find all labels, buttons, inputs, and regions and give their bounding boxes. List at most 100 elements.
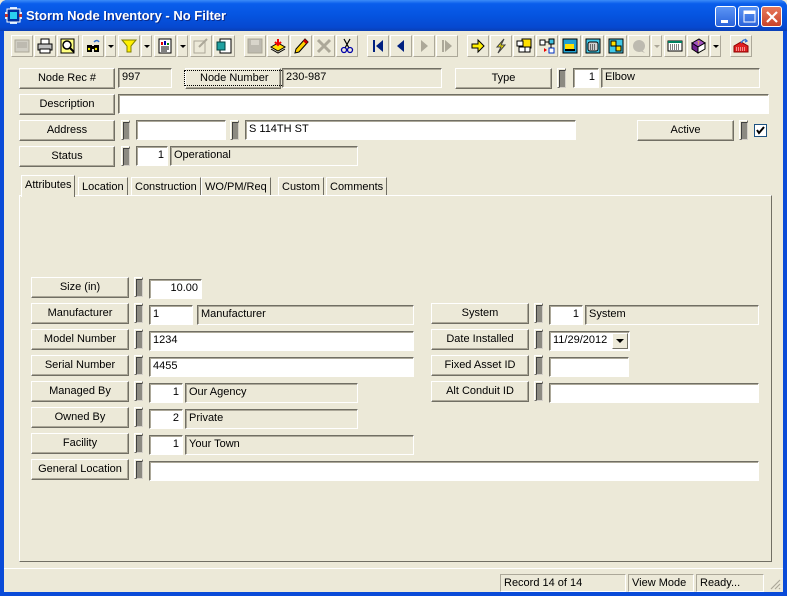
cut-button[interactable] (336, 35, 358, 57)
resize-grip-icon[interactable] (769, 578, 781, 590)
serial-number-button[interactable]: Serial Number (31, 355, 129, 376)
print-button[interactable] (34, 35, 56, 57)
type-lock-icon[interactable] (557, 68, 566, 88)
address-button[interactable]: Address (19, 120, 115, 141)
facility-lock-icon[interactable] (134, 433, 143, 453)
comments-button[interactable] (628, 35, 650, 57)
print-preview-button[interactable] (57, 35, 79, 57)
filter-button[interactable] (118, 35, 140, 57)
model-number-lock-icon[interactable] (134, 329, 143, 349)
tab-comments[interactable]: Comments (326, 177, 388, 197)
facility-button[interactable]: Facility (31, 433, 129, 454)
description-field[interactable] (118, 94, 769, 114)
export-button[interactable] (190, 35, 212, 57)
address-street-field[interactable]: S 114TH ST (245, 120, 576, 140)
address-number-field[interactable] (136, 120, 226, 140)
type-code-field[interactable]: 1 (573, 68, 599, 88)
node-number-button[interactable]: Node Number (183, 68, 285, 89)
related-items-button[interactable] (513, 35, 535, 57)
quick-action-button[interactable] (490, 35, 512, 57)
tab-attributes[interactable]: Attributes (21, 175, 76, 197)
calendar-dropdown-button[interactable] (612, 333, 628, 349)
map-button[interactable] (605, 35, 627, 57)
alt-conduit-button[interactable]: Alt Conduit ID (431, 381, 529, 402)
calculator-button[interactable] (582, 35, 604, 57)
model-number-field[interactable]: 1234 (149, 331, 414, 351)
tab-wo-pm-req[interactable]: WO/PM/Req (201, 177, 271, 197)
address-number-lock-icon[interactable] (121, 120, 130, 140)
status-button[interactable]: Status (19, 146, 115, 167)
close-button[interactable] (761, 6, 782, 27)
spreadsheet-button[interactable] (664, 35, 686, 57)
active-lock-icon[interactable] (739, 120, 748, 140)
type-button[interactable]: Type (455, 68, 552, 89)
filter-dropdown[interactable] (141, 35, 152, 57)
report-button[interactable] (154, 35, 176, 57)
node-rec-button[interactable]: Node Rec # (19, 68, 115, 89)
delete-button[interactable] (313, 35, 335, 57)
owned-by-button[interactable]: Owned By (31, 407, 129, 428)
last-record-button[interactable] (436, 35, 458, 57)
status-lock-icon[interactable] (121, 146, 130, 166)
general-location-field[interactable] (149, 461, 759, 481)
first-record-button[interactable] (367, 35, 389, 57)
report-dropdown[interactable] (177, 35, 188, 57)
active-checkbox[interactable] (754, 124, 767, 137)
system-lock-icon[interactable] (534, 303, 543, 323)
edit-button[interactable] (290, 35, 312, 57)
fixed-asset-button[interactable]: Fixed Asset ID (431, 355, 529, 376)
tab-location[interactable]: Location (78, 177, 128, 197)
size-lock-icon[interactable] (134, 277, 143, 297)
maximize-button[interactable] (738, 6, 759, 27)
copy-record-button[interactable] (213, 35, 235, 57)
managed-by-lock-icon[interactable] (134, 381, 143, 401)
minimize-button[interactable] (715, 6, 736, 27)
fixed-asset-lock-icon[interactable] (534, 355, 543, 375)
date-installed-button[interactable]: Date Installed (431, 329, 529, 350)
active-button[interactable]: Active (637, 120, 734, 141)
general-location-button[interactable]: General Location (31, 459, 129, 480)
node-number-field[interactable]: 230-987 (282, 68, 442, 88)
system-code-field[interactable]: 1 (549, 305, 583, 325)
work-order-button[interactable] (559, 35, 581, 57)
size-field[interactable]: 10.00 (149, 279, 202, 299)
managed-by-button[interactable]: Managed By (31, 381, 129, 402)
help-dropdown[interactable] (710, 35, 721, 57)
alt-conduit-field[interactable] (549, 383, 759, 403)
owned-by-code-field[interactable]: 2 (149, 409, 183, 429)
help-book-button[interactable]: ? (687, 35, 709, 57)
tab-custom[interactable]: Custom (278, 177, 324, 197)
general-location-lock-icon[interactable] (134, 459, 143, 479)
date-installed-lock-icon[interactable] (534, 329, 543, 349)
serial-number-field[interactable]: 4455 (149, 357, 414, 377)
next-record-button[interactable] (413, 35, 435, 57)
status-code-field[interactable]: 1 (136, 146, 168, 166)
find-dropdown[interactable] (105, 35, 116, 57)
find-button[interactable] (82, 35, 104, 57)
alt-conduit-lock-icon[interactable] (534, 381, 543, 401)
date-installed-field[interactable]: 11/29/2012 (549, 331, 630, 351)
address-street-lock-icon[interactable] (230, 120, 239, 140)
system-button[interactable]: System (431, 303, 529, 324)
model-number-button[interactable]: Model Number (31, 329, 129, 350)
previous-record-button[interactable] (390, 35, 412, 57)
exit-button[interactable] (730, 35, 752, 57)
facility-code-field[interactable]: 1 (149, 435, 183, 455)
manufacturer-button[interactable]: Manufacturer (31, 303, 129, 324)
manufacturer-lock-icon[interactable] (134, 303, 143, 323)
description-button[interactable]: Description (19, 94, 115, 115)
goto-button[interactable] (467, 35, 489, 57)
owned-by-lock-icon[interactable] (134, 407, 143, 427)
serial-number-lock-icon[interactable] (134, 355, 143, 375)
new-record-button[interactable] (267, 35, 289, 57)
comments-dropdown[interactable] (651, 35, 662, 57)
managed-by-code-field[interactable]: 1 (149, 383, 183, 403)
size-button[interactable]: Size (in) (31, 277, 129, 298)
fixed-asset-field[interactable] (549, 357, 629, 377)
tab-construction[interactable]: Construction (131, 177, 201, 197)
manufacturer-code-field[interactable]: 1 (149, 305, 193, 325)
save-button[interactable] (244, 35, 266, 57)
grid-view-button[interactable] (11, 35, 33, 57)
title-bar[interactable]: Storm Node Inventory - No Filter (0, 0, 787, 31)
connections-button[interactable] (536, 35, 558, 57)
